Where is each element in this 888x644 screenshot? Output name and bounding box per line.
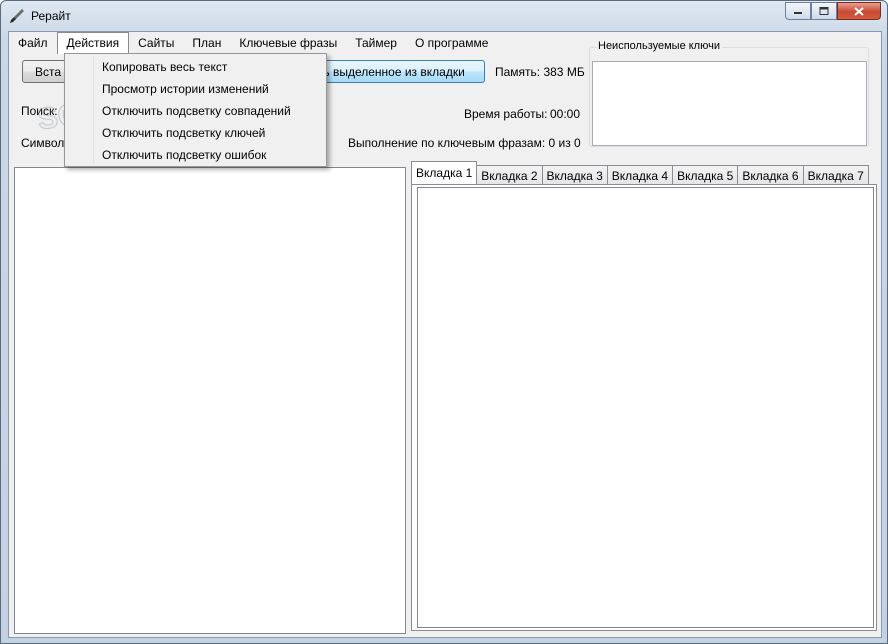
maximize-icon xyxy=(819,7,829,15)
menu-item-view-history[interactable]: Просмотр истории изменений xyxy=(67,78,324,100)
menu-item-disable-error-highlight[interactable]: Отключить подсветку ошибок xyxy=(67,144,324,166)
app-window: Рерайт Файл Действия Сайты План Ключевые… xyxy=(0,0,888,644)
rewrite-text-editor[interactable] xyxy=(417,187,874,628)
menu-plan[interactable]: План xyxy=(183,32,230,54)
menu-timer[interactable]: Таймер xyxy=(346,32,406,54)
unused-keys-title: Неиспользуемые ключи xyxy=(596,40,722,52)
title-bar[interactable]: Рерайт xyxy=(1,1,887,31)
actions-dropdown-menu: Копировать весь текст Просмотр истории и… xyxy=(64,53,327,167)
brush-icon xyxy=(10,9,24,23)
search-label: Поиск: xyxy=(21,104,58,118)
work-time-value: 00:00 xyxy=(550,107,581,121)
menu-about[interactable]: О программе xyxy=(406,32,497,54)
maximize-button[interactable] xyxy=(811,2,837,20)
tab-5[interactable]: Вкладка 5 xyxy=(673,165,739,185)
menu-item-disable-match-highlight[interactable]: Отключить подсветку совпадений xyxy=(67,100,324,122)
unused-keys-group: Неиспользуемые ключи xyxy=(589,40,869,147)
tab-6[interactable]: Вкладка 6 xyxy=(738,165,804,185)
menu-bar: Файл Действия Сайты План Ключевые фразы … xyxy=(9,32,589,54)
menu-sites[interactable]: Сайты xyxy=(129,32,183,54)
menu-actions[interactable]: Действия xyxy=(56,32,130,54)
menu-gutter xyxy=(93,56,94,164)
menu-key-phrases[interactable]: Ключевые фразы xyxy=(230,32,346,54)
tab-strip: Вкладка 1 Вкладка 2 Вкладка 3 Вкладка 4 … xyxy=(411,161,869,185)
menu-item-disable-key-highlight[interactable]: Отключить подсветку ключей xyxy=(67,122,324,144)
keyphrases-progress-label: Выполнение по ключевым фразам: 0 из 0 xyxy=(348,136,581,150)
work-time-label: Время работы: xyxy=(464,107,548,121)
source-text-editor[interactable] xyxy=(14,167,406,634)
menu-file[interactable]: Файл xyxy=(9,32,57,54)
close-button[interactable] xyxy=(837,2,881,20)
close-icon xyxy=(854,6,864,16)
memory-label: Память: 383 МБ xyxy=(495,65,585,79)
menu-item-copy-all-text[interactable]: Копировать весь текст xyxy=(67,56,324,78)
tab-1[interactable]: Вкладка 1 xyxy=(411,161,478,185)
copy-selected-button-label: вать выделенное из вкладки xyxy=(305,64,465,79)
unused-keys-list[interactable] xyxy=(592,61,867,146)
tab-page xyxy=(411,184,877,631)
insert-button-label: Вста xyxy=(34,64,62,79)
tab-3[interactable]: Вкладка 3 xyxy=(542,165,608,185)
window-title: Рерайт xyxy=(31,9,71,23)
tab-2[interactable]: Вкладка 2 xyxy=(477,165,543,185)
minimize-button[interactable] xyxy=(785,2,811,20)
tab-4[interactable]: Вкладка 4 xyxy=(607,165,674,185)
client-area: Файл Действия Сайты План Ключевые фразы … xyxy=(8,31,882,638)
tab-7[interactable]: Вкладка 7 xyxy=(803,165,869,185)
minimize-icon xyxy=(794,12,802,14)
